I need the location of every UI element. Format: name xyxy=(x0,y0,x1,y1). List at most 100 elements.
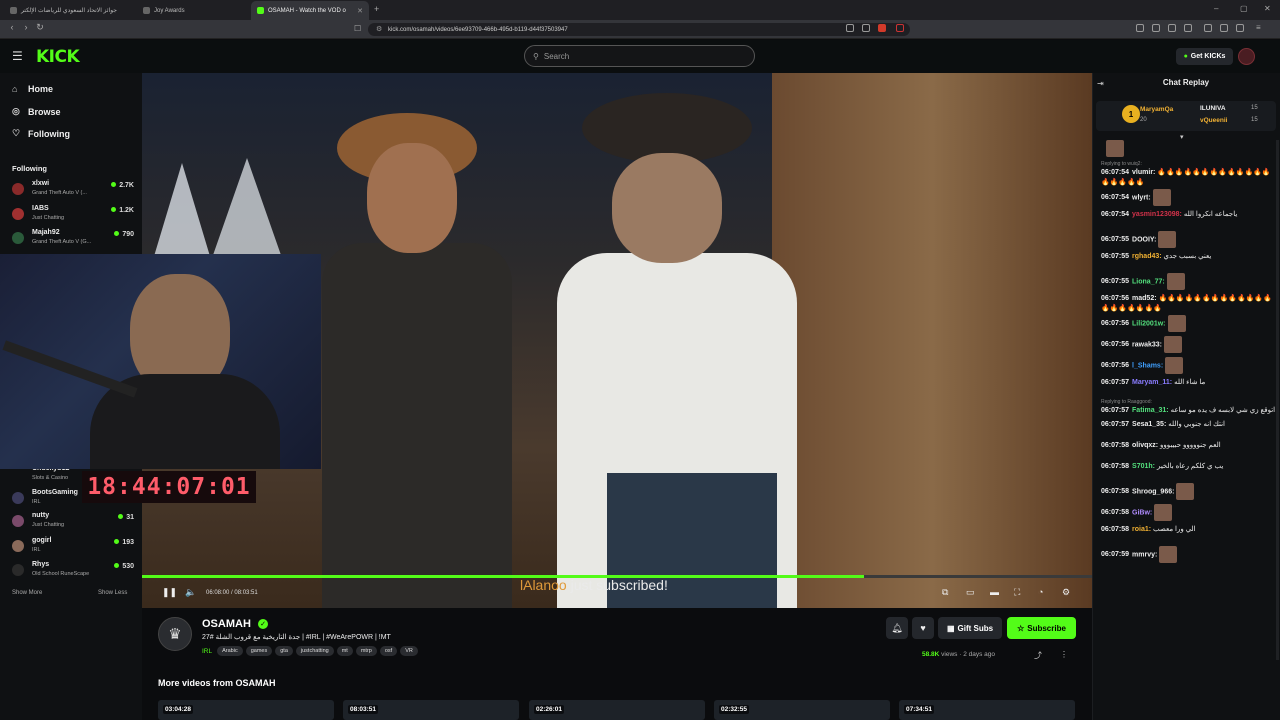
tab-title: OSAMAH - Watch the VOD o xyxy=(268,7,346,14)
sidebar-toggle-icon[interactable] xyxy=(1204,24,1212,32)
video-thumbnail[interactable]: 03:04:28 xyxy=(158,700,334,720)
share-icon[interactable]: ⤴ xyxy=(1034,650,1042,661)
share-page-icon[interactable] xyxy=(862,24,870,32)
chat-username[interactable]: Shroog_966: xyxy=(1132,488,1174,495)
follow-heart-button[interactable]: ♥ xyxy=(912,617,934,639)
browser-tab-active[interactable]: OSAMAH - Watch the VOD o ✕ xyxy=(251,1,369,20)
chat-text: ياجماعه انكروا الله xyxy=(1183,211,1238,218)
show-less-link[interactable]: Show Less xyxy=(98,590,127,596)
fullscreen-icon[interactable]: ⛶ xyxy=(1014,587,1020,598)
followed-channel[interactable]: Rhys Old School RuneScape 530 xyxy=(12,561,134,581)
extension-icon[interactable] xyxy=(846,24,854,32)
toolbar-extension-icon[interactable] xyxy=(1184,24,1192,32)
chat-username[interactable]: GiBw: xyxy=(1132,509,1152,516)
channel-avatar[interactable]: ♛ xyxy=(158,617,192,651)
search-input[interactable]: ⚲ Search xyxy=(524,45,755,67)
tag-chip[interactable]: gta xyxy=(275,646,293,656)
hamburger-menu-icon[interactable]: ☰ xyxy=(12,49,23,63)
chat-username[interactable]: olivqxz: xyxy=(1132,442,1158,449)
tag-chip[interactable]: VR xyxy=(400,646,418,656)
chat-username[interactable]: Liona_77: xyxy=(1132,278,1165,285)
tag-chip[interactable]: osf xyxy=(379,646,398,656)
close-tab-icon[interactable]: ✕ xyxy=(357,7,363,15)
leaderboard-user[interactable]: MaryamQa xyxy=(1140,106,1173,113)
tag-chip[interactable]: mt xyxy=(336,646,353,656)
chat-username[interactable]: mmrvy: xyxy=(1132,551,1157,558)
browser-tab[interactable]: جوائز الاتحاد السعودي للرياضات الإلكتر xyxy=(4,1,128,20)
nav-home[interactable]: ⌂ Home xyxy=(12,84,53,94)
speed-icon[interactable]: ◔ xyxy=(1038,587,1043,597)
tag-chip[interactable]: games xyxy=(245,646,273,656)
kick-logo[interactable]: KICK xyxy=(36,47,80,67)
clip-icon[interactable]: ⧉ xyxy=(942,587,948,598)
menu-icon[interactable]: ≡ xyxy=(1256,23,1261,32)
chat-username[interactable]: Lili2001w: xyxy=(1132,320,1165,327)
toolbar-extension-icon[interactable] xyxy=(1168,24,1176,32)
get-kicks-button[interactable]: ● Get KICKs xyxy=(1176,48,1233,65)
browser-tab[interactable]: Joy Awards xyxy=(137,1,247,20)
more-options-icon[interactable]: ⋮ xyxy=(1060,650,1068,659)
chat-username[interactable]: Sesa1_35: xyxy=(1132,421,1166,428)
channel-name: gogirl xyxy=(32,537,52,544)
chat-username[interactable]: yasmin123098: xyxy=(1132,211,1182,218)
volume-icon[interactable]: 🔈 xyxy=(185,587,196,598)
video-thumbnail[interactable]: 02:26:01 xyxy=(529,700,705,720)
pause-icon[interactable]: ❚❚ xyxy=(162,587,177,598)
followed-channel[interactable]: Majah92 Grand Theft Auto V (G... 790 xyxy=(12,229,134,249)
url-bar[interactable]: kick.com/osamah/videos/6ee93709-466b-495… xyxy=(368,23,910,36)
toolbar-extension-icon[interactable] xyxy=(1136,24,1144,32)
chat-username[interactable]: rghad43: xyxy=(1132,253,1162,260)
profile-icon[interactable] xyxy=(1236,24,1244,32)
reload-icon[interactable]: ↻ xyxy=(34,22,46,33)
chat-username[interactable]: wlyrt: xyxy=(1132,194,1151,201)
show-more-link[interactable]: Show More xyxy=(12,590,42,596)
notifications-bell-button[interactable]: 🔔︎ xyxy=(886,617,908,639)
maximize-icon[interactable]: ▢ xyxy=(1240,4,1248,13)
leaderboard-user[interactable]: ILUNIVA xyxy=(1200,105,1226,112)
followed-channel[interactable]: xlxwi Grand Theft Auto V (... 2.7K xyxy=(12,180,134,200)
chat-username[interactable]: Fatima_31: xyxy=(1132,407,1169,414)
toolbar-extension-icon[interactable] xyxy=(1152,24,1160,32)
brave-shield-icon[interactable] xyxy=(878,24,886,32)
channel-name[interactable]: OSAMAH xyxy=(202,618,251,630)
tag-chip[interactable]: mtrp xyxy=(355,646,377,656)
video-thumbnail[interactable]: 02:32:55 xyxy=(714,700,890,720)
new-tab-icon[interactable]: + xyxy=(374,4,379,14)
gift-subs-button[interactable]: ▦ Gift Subs xyxy=(938,617,1002,639)
forward-icon[interactable]: › xyxy=(20,22,32,32)
chat-username[interactable]: mad52: xyxy=(1132,295,1157,302)
chat-username[interactable]: roia1: xyxy=(1132,526,1151,533)
chat-username[interactable]: Maryam_11: xyxy=(1132,379,1172,386)
category-link[interactable]: IRL xyxy=(202,648,212,655)
leaderboard-user[interactable]: vQueenii xyxy=(1200,117,1227,124)
chat-scrollbar[interactable] xyxy=(1276,140,1279,660)
user-avatar[interactable] xyxy=(1238,48,1255,65)
back-icon[interactable]: ‹ xyxy=(6,22,18,32)
wallet-icon[interactable] xyxy=(1220,24,1228,32)
video-thumbnail[interactable]: 08:03:51 xyxy=(343,700,519,720)
nav-browse[interactable]: ◎ Browse xyxy=(12,106,61,117)
rewards-icon[interactable] xyxy=(896,24,904,32)
site-info-icon[interactable]: ⚙ xyxy=(376,25,382,33)
nav-following[interactable]: ♡ Following xyxy=(12,128,70,139)
chat-username[interactable]: rawak33: xyxy=(1132,341,1162,348)
chat-username[interactable]: S701h: xyxy=(1132,463,1155,470)
close-window-icon[interactable]: ✕ xyxy=(1264,4,1271,13)
followed-channel[interactable]: gogirl IRL 193 xyxy=(12,537,134,557)
chat-username[interactable]: l_Shams: xyxy=(1132,362,1163,369)
tag-chip[interactable]: Arabic xyxy=(217,646,243,656)
video-thumbnail[interactable]: 07:34:51 xyxy=(899,700,1075,720)
tag-chip[interactable]: justchatting xyxy=(295,646,334,656)
minimize-icon[interactable]: – xyxy=(1214,4,1218,13)
miniplayer-icon[interactable]: ▭ xyxy=(966,587,975,598)
settings-gear-icon[interactable]: ⚙ xyxy=(1062,587,1070,598)
followed-channel[interactable]: IABS Just Chatting 1.2K xyxy=(12,205,134,225)
chat-timestamp: 06:07:55 xyxy=(1101,278,1130,286)
chat-username[interactable]: DOOIY: xyxy=(1132,236,1156,243)
theater-mode-icon[interactable]: ▬ xyxy=(990,587,999,597)
chat-timestamp: 06:07:59 xyxy=(1101,551,1130,559)
chat-username[interactable]: vlumir: xyxy=(1132,169,1155,176)
followed-channel[interactable]: nutty Just Chatting 31 xyxy=(12,512,134,532)
subscribe-button[interactable]: ☆ Subscribe xyxy=(1007,617,1076,639)
bookmark-icon[interactable]: ☐ xyxy=(354,24,361,33)
